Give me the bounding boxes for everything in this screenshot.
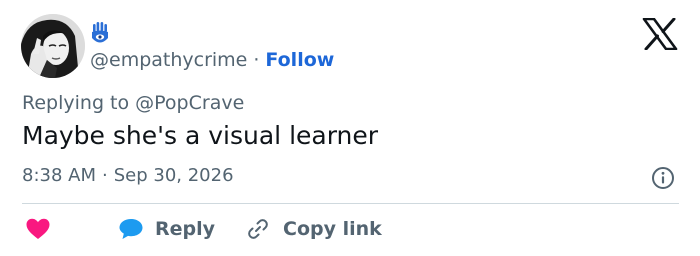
author-line: @empathycrime · Follow (90, 46, 334, 74)
tweet-date: Sep 30, 2026 (113, 165, 234, 186)
action-bar: Reply Copy link (22, 214, 382, 244)
separator-dot: · (253, 49, 260, 71)
speech-bubble-icon (119, 219, 143, 239)
copy-link-button[interactable]: Copy link (215, 217, 382, 241)
tweet-card: @empathycrime · Follow Replying to @PopC… (0, 0, 700, 256)
avatar[interactable] (21, 14, 85, 78)
tweet-time: 8:38 AM (22, 165, 96, 186)
reply-button[interactable]: Reply (51, 217, 215, 241)
reply-label: Reply (155, 218, 216, 240)
link-icon (248, 219, 268, 239)
replying-to-user-link[interactable]: @PopCrave (135, 92, 244, 114)
divider (22, 203, 679, 204)
separator-dot: · (102, 165, 108, 186)
info-icon[interactable] (651, 166, 675, 190)
timestamp[interactable]: 8:38 AM · Sep 30, 2026 (22, 165, 234, 186)
display-name[interactable] (90, 19, 110, 49)
author-handle[interactable]: @empathycrime (90, 49, 247, 71)
x-logo-icon[interactable] (642, 18, 678, 50)
hamsa-icon (92, 22, 108, 43)
replying-prefix: Replying to (22, 92, 136, 114)
follow-button[interactable]: Follow (265, 49, 334, 71)
tweet-text: Maybe she's a visual learner (22, 121, 379, 150)
copy-link-label: Copy link (283, 218, 382, 240)
replying-to: Replying to @PopCrave (22, 92, 244, 114)
heart-icon[interactable] (25, 217, 51, 241)
